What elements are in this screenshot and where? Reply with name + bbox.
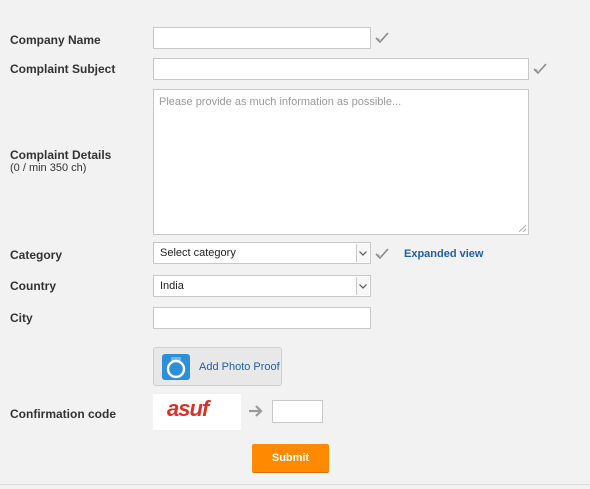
- checkmark-icon: [375, 32, 389, 44]
- category-label: Category: [10, 248, 63, 262]
- complaint-details-placeholder: Please provide as much information as po…: [159, 96, 402, 108]
- resize-grip-icon[interactable]: [519, 225, 526, 232]
- checkmark-icon: [375, 248, 389, 260]
- complaint-details-textarea[interactable]: Please provide as much information as po…: [153, 89, 529, 235]
- category-select[interactable]: Select category: [153, 242, 371, 264]
- category-selected-value: Select category: [160, 247, 236, 259]
- city-label: City: [10, 311, 33, 325]
- chevron-down-icon[interactable]: [356, 244, 369, 262]
- add-photo-proof-label: Add Photo Proof: [199, 361, 280, 373]
- complaint-subject-label: Complaint Subject: [10, 62, 116, 76]
- add-photo-proof-button[interactable]: Add Photo Proof: [153, 347, 282, 386]
- company-name-label: Company Name: [10, 33, 101, 47]
- arrow-right-icon: [249, 405, 263, 417]
- company-name-input[interactable]: [153, 27, 371, 49]
- submit-button[interactable]: Submit: [252, 444, 329, 472]
- expanded-view-link[interactable]: Expanded view: [404, 248, 483, 260]
- confirmation-code-label: Confirmation code: [10, 407, 117, 421]
- country-select[interactable]: India: [153, 275, 371, 297]
- confirmation-code-input[interactable]: [272, 400, 323, 423]
- camera-icon: [162, 354, 190, 380]
- complaint-form: Company Name Complaint Subject Complaint…: [0, 0, 590, 489]
- captcha-image: asuf: [153, 394, 241, 430]
- country-selected-value: India: [160, 280, 184, 292]
- character-counter: (0 / min 350 ch): [10, 162, 87, 174]
- country-label: Country: [10, 279, 56, 293]
- city-input[interactable]: [153, 307, 371, 329]
- chevron-down-icon[interactable]: [356, 277, 369, 295]
- captcha-text: asuf: [167, 396, 209, 421]
- divider: [0, 484, 590, 485]
- checkmark-icon: [533, 63, 547, 75]
- complaint-subject-input[interactable]: [153, 58, 529, 80]
- complaint-details-label: Complaint Details: [10, 148, 112, 162]
